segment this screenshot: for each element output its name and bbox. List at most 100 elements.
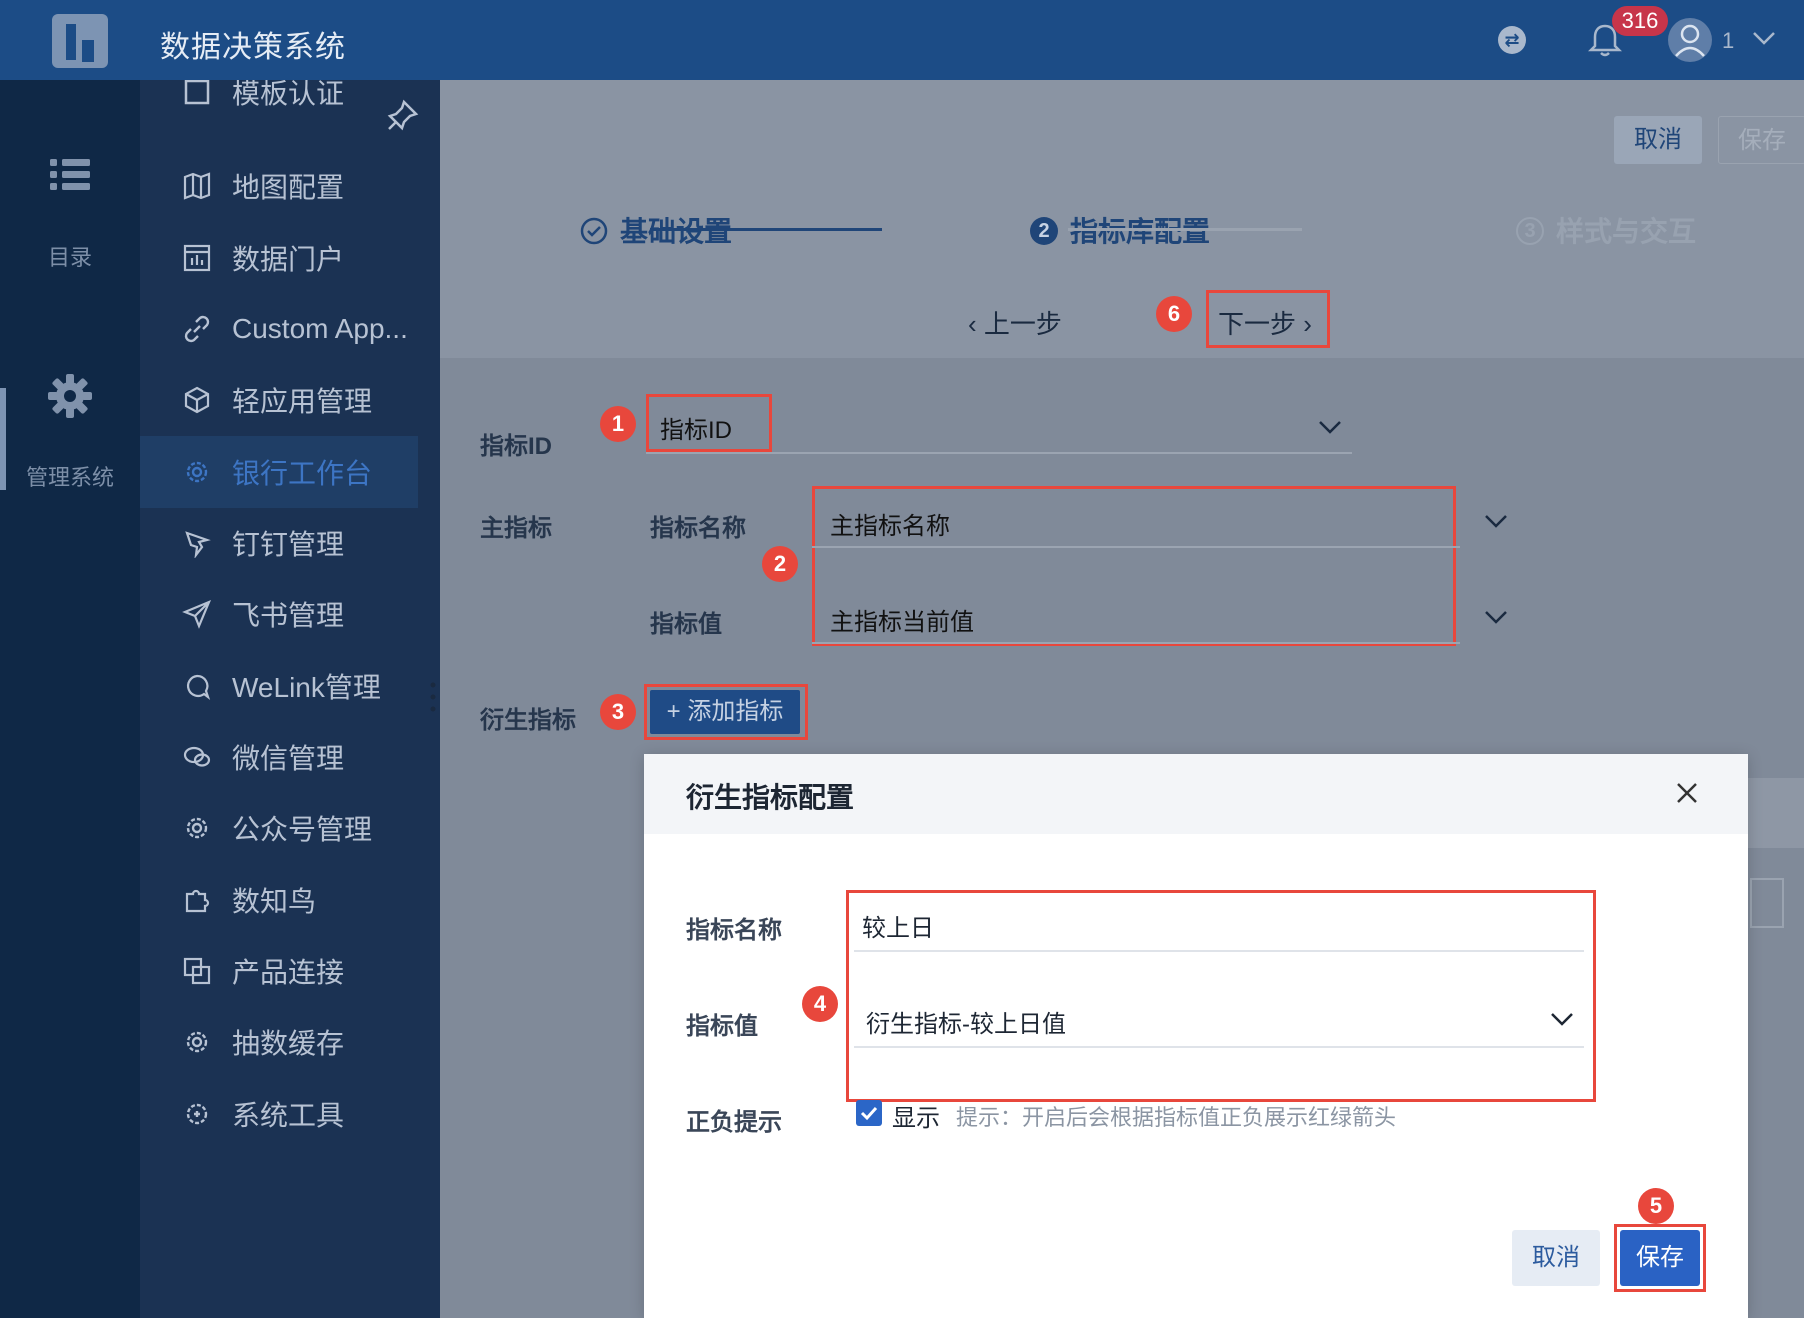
sidebar-item-bank-workbench[interactable]: 银行工作台 <box>140 436 418 508</box>
metric-id-select[interactable]: 指标ID <box>660 410 732 445</box>
dialog-value-label: 指标值 <box>686 1013 758 1040</box>
main-metric-name-underline <box>812 546 1460 548</box>
sidebar-item-shuzhiniao[interactable]: 数知鸟 <box>140 864 418 936</box>
sidebar-item-portal[interactable]: 数据门户 <box>140 222 418 294</box>
app-title: 数据决策系统 <box>160 31 346 64</box>
show-sign-label[interactable]: 显示 <box>892 1098 940 1133</box>
sidebar-item-wechat[interactable]: 微信管理 <box>140 721 418 793</box>
sidebar-item-product-connect[interactable]: 产品连接 <box>140 935 418 1007</box>
prev-step-label: 上一步 <box>983 309 1062 339</box>
dialog-value-underline <box>854 1046 1584 1048</box>
sidebar-item-label: 数据门户 <box>232 244 345 275</box>
app-logo[interactable] <box>52 14 108 68</box>
step-number: 3 <box>1516 216 1544 245</box>
dialog-name-underline <box>854 950 1584 952</box>
dialog-sign-label: 正负提示 <box>686 1109 782 1136</box>
sidebar-item-feishu[interactable]: 飞书管理 <box>140 578 418 650</box>
switch-icon[interactable]: ⇄ <box>1498 26 1526 54</box>
chevron-down-icon[interactable] <box>1548 1010 1576 1028</box>
sidebar-item-light-app[interactable]: 轻应用管理 <box>140 364 418 436</box>
dialog-save-button[interactable]: 保存 <box>1620 1230 1700 1286</box>
save-button[interactable]: 保存 <box>1718 116 1804 164</box>
step-label: 基础设置 <box>620 216 733 247</box>
sidebar-item-dingtalk[interactable]: 钉钉管理 <box>140 507 418 579</box>
close-icon[interactable] <box>1674 780 1700 806</box>
sidebar-item-welink[interactable]: WeLink管理 <box>140 650 418 722</box>
list-icon[interactable] <box>48 156 92 194</box>
sidebar-item-label: 系统工具 <box>232 1100 345 1131</box>
dialog-name-label: 指标名称 <box>686 917 782 944</box>
sidebar-item-extract-cache[interactable]: 抽数缓存 <box>140 1006 418 1078</box>
step-connector <box>650 228 882 231</box>
cube-icon <box>184 386 210 414</box>
rail-catalog-label[interactable]: 目录 <box>0 240 140 272</box>
gear-icon[interactable] <box>46 372 94 420</box>
wechat-icon <box>183 746 211 767</box>
sidebar-item-label: 公众号管理 <box>232 814 373 845</box>
sidebar-item-label: Custom App... <box>232 313 408 344</box>
tools-icon <box>186 1103 208 1125</box>
sidebar-item-label: 数知鸟 <box>232 886 317 917</box>
chevron-down-icon[interactable] <box>1750 28 1778 48</box>
prev-step-button[interactable]: ‹ 上一步 <box>968 304 1062 341</box>
sidebar-item-label: 产品连接 <box>232 957 345 988</box>
sidebar-item-official-account[interactable]: 公众号管理 <box>140 792 418 864</box>
sidebar: 模板认证 地图配置 数据门户 Custom App... 轻应用管理 银行工作台… <box>140 80 440 1318</box>
derived-metric-dialog: 衍生指标配置 指标名称 指标值 正负提示 4 较上日 衍生指标-较上日值 显示 … <box>644 754 1748 1318</box>
step-label: 样式与交互 <box>1556 216 1697 247</box>
link-icon <box>184 315 210 343</box>
background-table-header <box>1748 778 1804 848</box>
sidebar-item-template[interactable]: 模板认证 <box>140 80 418 128</box>
chevron-down-icon[interactable] <box>1482 512 1510 530</box>
dialog-header: 衍生指标配置 <box>644 754 1748 834</box>
sidebar-item-label: 抽数缓存 <box>232 1028 345 1059</box>
rail-admin-label[interactable]: 管理系统 <box>0 460 140 492</box>
sidebar-item-map[interactable]: 地图配置 <box>140 150 418 222</box>
dingtalk-icon <box>185 531 211 558</box>
derived-metric-label: 衍生指标 <box>480 707 576 734</box>
user-avatar[interactable] <box>1668 18 1712 62</box>
step-label: 指标库配置 <box>1070 216 1211 247</box>
chevron-right-icon: › <box>1296 309 1312 339</box>
chevron-left-icon: ‹ <box>968 309 984 339</box>
map-icon <box>183 172 211 200</box>
cancel-button[interactable]: 取消 <box>1614 116 1702 164</box>
dialog-value-select[interactable]: 衍生指标-较上日值 <box>866 1004 1066 1039</box>
main-metric-value-underline <box>812 642 1460 644</box>
add-metric-button[interactable]: + 添加指标 <box>650 690 800 734</box>
dialog-name-input[interactable]: 较上日 <box>862 908 934 943</box>
dialog-title: 衍生指标配置 <box>686 782 855 813</box>
sidebar-item-label: 飞书管理 <box>232 600 345 631</box>
sidebar-item-system-tools[interactable]: 系统工具 <box>140 1078 418 1150</box>
welink-icon <box>187 674 211 700</box>
step-number: 2 <box>1030 216 1058 245</box>
callout-6: 6 <box>1156 296 1192 332</box>
check-icon <box>860 1106 878 1121</box>
user-name: 1 <box>1722 28 1735 53</box>
chevron-down-icon[interactable] <box>1482 608 1510 626</box>
sidebar-item-label: 模板认证 <box>232 80 345 109</box>
next-step-label: 下一步 <box>1218 309 1297 339</box>
dialog-cancel-button[interactable]: 取消 <box>1512 1230 1600 1286</box>
top-bar: 数据决策系统 ⇄ 316 1 <box>0 0 1804 80</box>
puzzle-icon <box>185 889 210 913</box>
sidebar-item-custom-app[interactable]: Custom App... <box>140 293 418 365</box>
main-metric-label: 主指标 <box>480 515 552 542</box>
main-metric-name-select[interactable]: 主指标名称 <box>830 506 950 541</box>
background-pagination <box>1750 878 1784 928</box>
sidebar-item-label: 轻应用管理 <box>232 386 373 417</box>
callout-2: 2 <box>762 546 798 582</box>
next-step-button[interactable]: 下一步 › <box>1218 304 1312 341</box>
resize-handle-icon[interactable] <box>428 680 438 714</box>
portal-icon <box>183 244 211 272</box>
callout-1: 1 <box>600 406 636 442</box>
sidebar-item-label: WeLink管理 <box>232 672 381 703</box>
check-circle-icon <box>580 217 608 244</box>
chevron-down-icon[interactable] <box>1316 418 1344 436</box>
sidebar-item-label: 银行工作台 <box>232 458 373 489</box>
show-sign-checkbox[interactable] <box>856 1100 882 1126</box>
main-metric-value-select[interactable]: 主指标当前值 <box>830 602 974 637</box>
gear-icon <box>186 461 208 483</box>
step-style-interaction[interactable]: 3 样式与交互 <box>1516 210 1696 250</box>
paper-plane-icon <box>182 599 212 629</box>
